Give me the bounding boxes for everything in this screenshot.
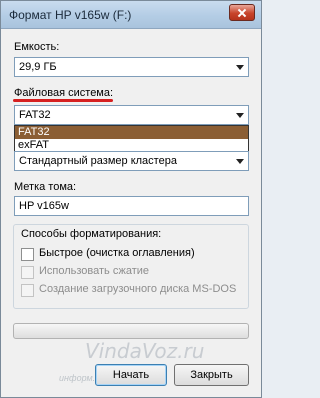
format-dialog: Формат HP v165w (F:) Емкость: 29,9 ГБ Фа… <box>0 0 262 398</box>
quick-format-label: Быстрое (очистка оглавления) <box>39 247 195 259</box>
window-title: Формат HP v165w (F:) <box>9 8 132 22</box>
capacity-label: Емкость: <box>14 41 60 53</box>
chevron-down-icon <box>236 65 244 70</box>
capacity-value: 29,9 ГБ <box>19 61 57 73</box>
volume-label-input[interactable]: HP v165w <box>14 196 249 216</box>
capacity-select[interactable]: 29,9 ГБ <box>14 57 249 77</box>
close-button[interactable]: Закрыть <box>174 364 249 386</box>
filesystem-select[interactable]: FAT32 <box>14 105 249 125</box>
cluster-size-select[interactable]: Стандартный размер кластера <box>14 151 249 171</box>
msdos-boot-checkbox[interactable] <box>21 284 34 297</box>
filesystem-option-fat32[interactable]: FAT32 <box>15 126 248 139</box>
title-bar[interactable]: Формат HP v165w (F:) <box>1 1 261 29</box>
watermark-subtext: информ... <box>59 373 101 383</box>
msdos-boot-label: Создание загрузочного диска MS-DOS <box>39 283 237 295</box>
volume-label-caption: Метка тома: <box>14 181 77 193</box>
filesystem-dropdown-list: FAT32 exFAT <box>14 125 249 153</box>
compression-checkbox[interactable] <box>21 266 34 279</box>
filesystem-value: FAT32 <box>19 109 51 121</box>
chevron-down-icon <box>236 113 244 118</box>
compression-label: Использовать сжатие <box>39 265 150 277</box>
annotation-underline <box>13 99 113 102</box>
close-window-button[interactable] <box>229 4 255 21</box>
filesystem-label: Файловая система: <box>14 87 114 99</box>
cluster-size-value: Стандартный размер кластера <box>19 155 177 167</box>
chevron-down-icon <box>236 159 244 164</box>
start-button[interactable]: Начать <box>95 364 167 386</box>
format-options-title: Способы форматирования: <box>19 228 164 240</box>
watermark-text: VindaVoz.ru <box>85 339 205 363</box>
quick-format-checkbox[interactable] <box>21 248 34 261</box>
volume-label-value: HP v165w <box>19 200 69 212</box>
format-progress-bar <box>13 323 249 339</box>
